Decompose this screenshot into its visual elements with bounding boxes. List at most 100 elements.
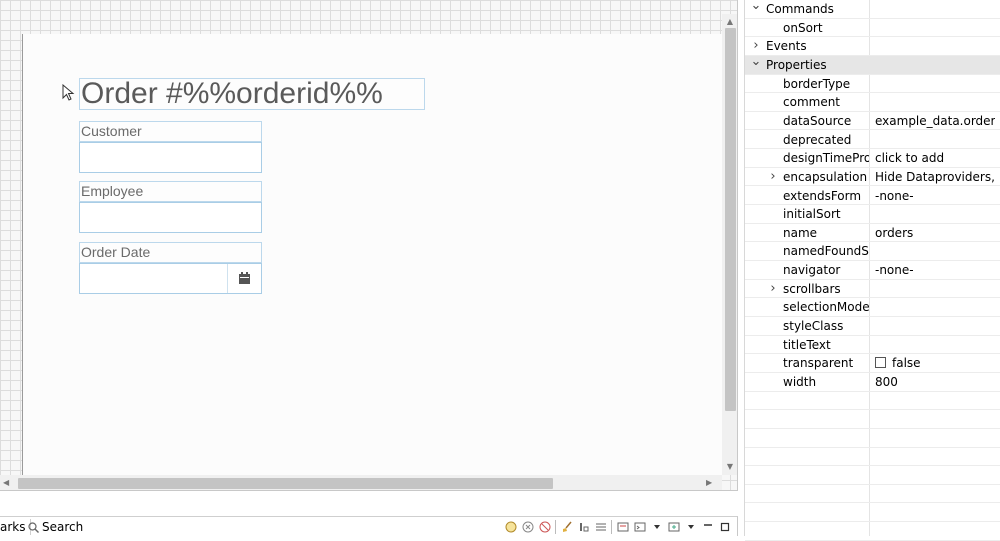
property-value[interactable]: -none-	[875, 261, 995, 279]
property-row[interactable]: extendsForm -none-	[745, 187, 1000, 206]
chevron-down-icon[interactable]: ⌄	[750, 55, 762, 68]
mouse-pointer-icon	[62, 84, 75, 101]
property-name: navigator	[783, 263, 841, 278]
property-row[interactable]: namedFoundSet	[745, 242, 1000, 262]
property-row[interactable]: selectionMode	[745, 298, 1000, 317]
search-icon	[28, 521, 39, 533]
property-name: titleText	[783, 337, 831, 352]
property-row[interactable]: › scrollbars	[745, 280, 1000, 299]
tab-bookmarks[interactable]: arks	[0, 519, 31, 535]
order-title-label[interactable]: Order #%%orderid%%	[79, 78, 425, 110]
calendar-icon	[239, 272, 250, 284]
property-name: borderType	[783, 76, 851, 91]
property-name: name	[783, 225, 818, 240]
property-name: initialSort	[783, 207, 841, 222]
view-toolbar	[504, 519, 731, 535]
minimize-icon[interactable]	[701, 521, 714, 534]
console-icon[interactable]	[633, 521, 646, 534]
property-value-text: false	[892, 356, 921, 371]
scroll-right-icon[interactable]: ▶	[706, 478, 712, 487]
property-row[interactable]: titleText	[745, 336, 1000, 355]
empty-property-row	[745, 410, 1000, 429]
empty-property-row	[745, 522, 1000, 541]
property-row[interactable]: width 800	[745, 373, 1000, 392]
property-value[interactable]: orders	[875, 224, 995, 242]
form-designer[interactable]: Order #%%orderid%% Customer Employee Ord…	[0, 0, 738, 491]
scroll-down-icon[interactable]: ▼	[722, 463, 737, 471]
smiley-icon[interactable]	[504, 521, 517, 534]
property-name: width	[783, 375, 817, 389]
property-row[interactable]: ⌄ Properties	[745, 55, 1000, 75]
empty-property-row	[745, 448, 1000, 467]
property-name: Commands	[766, 2, 834, 16]
property-row[interactable]: styleClass	[745, 317, 1000, 336]
transparent-checkbox[interactable]	[875, 357, 886, 369]
property-value[interactable]: example_data.orders	[875, 112, 995, 130]
property-row[interactable]: comment	[745, 93, 1000, 112]
property-name: Events	[766, 39, 807, 54]
property-name: designTimeProp	[783, 151, 869, 166]
pin-view-icon[interactable]	[616, 521, 629, 534]
property-row[interactable]: › Events	[745, 37, 1000, 56]
property-value[interactable]: -none-	[875, 187, 995, 205]
property-name: extendsForm	[783, 188, 862, 203]
property-name: dataSource	[783, 113, 852, 128]
calendar-button[interactable]	[227, 264, 261, 293]
property-row[interactable]: ⌄ Commands	[745, 0, 1000, 19]
cancel-circle-icon[interactable]	[521, 521, 534, 534]
order-date-label[interactable]: Order Date	[79, 242, 262, 263]
empty-property-row	[745, 392, 1000, 411]
property-row[interactable]: initialSort	[745, 205, 1000, 224]
employee-label[interactable]: Employee	[79, 181, 262, 202]
toolbar-separator	[611, 520, 612, 534]
property-value[interactable]: 800	[875, 373, 995, 391]
stop-circle-icon[interactable]	[538, 521, 551, 534]
text-cursor-icon[interactable]	[577, 521, 590, 534]
property-name: transparent	[783, 356, 854, 371]
employee-field[interactable]	[79, 202, 262, 233]
property-row[interactable]: borderType	[745, 75, 1000, 94]
broom-icon[interactable]	[560, 521, 573, 534]
property-value[interactable]: false	[875, 354, 995, 372]
horizontal-scrollbar[interactable]: ◀ ▶	[0, 475, 722, 490]
property-row[interactable]: navigator -none-	[745, 261, 1000, 280]
property-value[interactable]: click to add	[875, 149, 995, 167]
customer-field[interactable]	[79, 142, 262, 173]
property-name: scrollbars	[783, 281, 841, 296]
horizontal-scroll-thumb[interactable]	[18, 478, 553, 489]
maximize-icon[interactable]	[718, 521, 731, 534]
bottom-view-bar: arks Search	[0, 516, 738, 536]
tab-search[interactable]: Search	[28, 519, 83, 535]
property-row[interactable]: deprecated	[745, 131, 1000, 150]
property-name: onSort	[783, 20, 823, 35]
customer-label[interactable]: Customer	[79, 121, 262, 142]
property-name: comment	[783, 95, 841, 110]
chevron-right-icon[interactable]: ›	[767, 168, 779, 185]
open-console-icon[interactable]	[667, 521, 680, 534]
property-row[interactable]: name orders	[745, 224, 1000, 243]
chevron-down-icon[interactable]	[650, 521, 663, 534]
scroll-left-icon[interactable]: ◀	[3, 478, 9, 487]
property-value[interactable]: Hide Dataproviders,...	[875, 168, 995, 186]
tab-search-label: Search	[42, 520, 84, 534]
empty-property-row	[745, 485, 1000, 504]
vertical-scroll-thumb[interactable]	[725, 28, 736, 411]
chevron-right-icon[interactable]: ›	[750, 37, 762, 54]
property-row[interactable]: onSort	[745, 19, 1000, 38]
empty-property-row	[745, 466, 1000, 485]
vertical-scrollbar[interactable]: ▲ ▼	[722, 14, 737, 475]
property-row[interactable]: › encapsulation Hide Dataproviders,...	[745, 168, 1000, 187]
empty-property-row	[745, 429, 1000, 448]
scroll-up-icon[interactable]: ▲	[722, 18, 737, 26]
property-row[interactable]: designTimeProp click to add	[745, 149, 1000, 168]
order-date-field[interactable]	[79, 263, 262, 294]
chevron-down-icon[interactable]: ⌄	[750, 0, 762, 12]
chevron-right-icon[interactable]: ›	[767, 280, 779, 297]
property-row[interactable]: transparent false	[745, 354, 1000, 373]
property-name: Properties	[766, 57, 827, 72]
property-row[interactable]: dataSource example_data.orders	[745, 112, 1000, 131]
toolbar-separator	[555, 520, 556, 534]
chevron-down-icon[interactable]	[684, 521, 697, 534]
property-name: selectionMode	[783, 300, 869, 315]
list-icon[interactable]	[594, 521, 607, 534]
